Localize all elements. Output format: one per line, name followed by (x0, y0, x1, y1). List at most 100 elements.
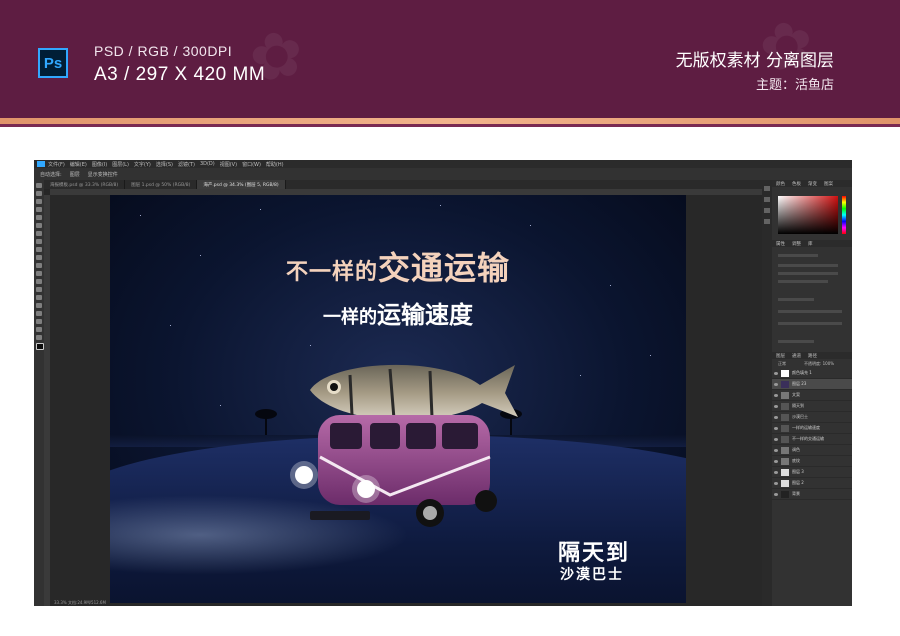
dodge-tool-icon[interactable] (36, 287, 42, 292)
lasso-tool-icon[interactable] (36, 199, 42, 204)
tab-properties[interactable]: 属性 (776, 241, 785, 247)
opacity-field[interactable]: 不透明度: 100% (804, 361, 834, 367)
text-layer-icon (781, 402, 789, 410)
document-tab[interactable]: 海报模板.psd @ 33.3% (RGB/8) (44, 180, 126, 189)
tab-color[interactable]: 颜色 (776, 181, 785, 187)
tab-channels[interactable]: 通道 (792, 353, 801, 359)
history-brush-tool-icon[interactable] (36, 255, 42, 260)
eye-icon[interactable] (774, 415, 778, 419)
layer-row[interactable]: 图层 3 (772, 467, 852, 478)
menu-item-edit[interactable]: 编辑(E) (70, 161, 87, 168)
layer-row[interactable]: 颜色填充 1 (772, 368, 852, 379)
menu-item-type[interactable]: 文字(Y) (134, 161, 151, 168)
menu-item-layer[interactable]: 图层(L) (112, 161, 129, 168)
move-tool-icon[interactable] (36, 183, 42, 188)
star (440, 205, 441, 206)
eye-icon[interactable] (774, 481, 778, 485)
property-row (778, 280, 828, 283)
auto-select-target[interactable]: 图层 (70, 171, 80, 178)
layer-row[interactable]: 背景 (772, 489, 852, 500)
color-panel-tabs: 颜色 色板 渐变 图案 (772, 180, 852, 187)
layer-thumbnail (781, 468, 789, 476)
layer-row-selected[interactable]: 图层 23 (772, 379, 852, 390)
marquee-tool-icon[interactable] (36, 191, 42, 196)
healing-tool-icon[interactable] (36, 231, 42, 236)
eyedropper-tool-icon[interactable] (36, 223, 42, 228)
eraser-tool-icon[interactable] (36, 263, 42, 268)
layer-name: 不一样的交通运输 (792, 436, 824, 441)
shape-tool-icon[interactable] (36, 319, 42, 324)
eye-icon[interactable] (774, 393, 778, 397)
folder-icon (781, 446, 789, 454)
eye-icon[interactable] (774, 448, 778, 452)
tab-gradients[interactable]: 渐变 (808, 181, 817, 187)
menu-item-window[interactable]: 窗口(W) (242, 161, 261, 168)
document-tab-active[interactable]: 海产.psd @ 34.3% (图层 5, RGB/8) (197, 180, 286, 189)
character-panel-icon[interactable] (764, 208, 770, 213)
tree-silhouette (255, 409, 277, 419)
layer-row[interactable]: 沙漠巴士 (772, 412, 852, 423)
eye-icon[interactable] (774, 382, 778, 386)
options-bar: 自动选择: 图层 显示变换控件 (34, 168, 852, 180)
tab-libraries[interactable]: 库 (808, 241, 813, 247)
tab-paths[interactable]: 路径 (808, 353, 817, 359)
eye-icon[interactable] (774, 492, 778, 496)
eye-icon[interactable] (774, 470, 778, 474)
layer-group-row[interactable]: 调色 (772, 445, 852, 456)
magic-wand-tool-icon[interactable] (36, 207, 42, 212)
eye-icon[interactable] (774, 437, 778, 441)
headline-secondary-main: 运输速度 (377, 301, 473, 329)
blur-tool-icon[interactable] (36, 279, 42, 284)
tab-patterns[interactable]: 图案 (824, 181, 833, 187)
show-transform-controls[interactable]: 显示变换控件 (88, 171, 118, 178)
tab-swatches[interactable]: 色板 (792, 181, 801, 187)
menu-item-file[interactable]: 文件(F) (48, 161, 65, 168)
right-panels: 颜色 色板 渐变 图案 属性 调整 库 图层 通道 路径 正常 不透明度: 10… (772, 180, 852, 606)
menu-item-filter[interactable]: 滤镜(T) (178, 161, 195, 168)
star (140, 215, 141, 216)
tab-adjustments[interactable]: 调整 (792, 241, 801, 247)
brush-tool-icon[interactable] (36, 239, 42, 244)
menu-bar: 文件(F) 编辑(E) 图像(I) 图层(L) 文字(Y) 选择(S) 滤镜(T… (34, 160, 852, 168)
fish-icon (310, 364, 518, 421)
path-select-tool-icon[interactable] (36, 311, 42, 316)
history-panel-icon[interactable] (764, 186, 770, 191)
stamp-tool-icon[interactable] (36, 247, 42, 252)
layer-group-row[interactable]: 底纹 (772, 456, 852, 467)
poster-artwork: 不一样的交通运输 一样的运输速度 隔天到 沙漠巴士 (110, 195, 686, 603)
hue-slider[interactable] (842, 196, 846, 234)
layer-row[interactable]: 一样的运输速度 (772, 423, 852, 434)
menu-item-image[interactable]: 图像(I) (92, 161, 107, 168)
layer-name: 一样的运输速度 (792, 425, 820, 430)
tab-layers[interactable]: 图层 (776, 353, 785, 359)
menu-item-3d[interactable]: 3D(D) (200, 161, 215, 167)
pen-tool-icon[interactable] (36, 295, 42, 300)
layer-group-row[interactable]: 文案 (772, 390, 852, 401)
gradient-tool-icon[interactable] (36, 271, 42, 276)
layer-row[interactable]: 不一样的交通运输 (772, 434, 852, 445)
eye-icon[interactable] (774, 404, 778, 408)
slogan-main: 隔天到 (558, 541, 631, 566)
crop-tool-icon[interactable] (36, 215, 42, 220)
zoom-tool-icon[interactable] (36, 335, 42, 340)
blend-mode-select[interactable]: 正常 (778, 361, 786, 367)
hand-tool-icon[interactable] (36, 327, 42, 332)
app-menu-icon[interactable] (37, 161, 45, 167)
paragraph-panel-icon[interactable] (764, 219, 770, 224)
menu-item-view[interactable]: 视图(V) (220, 161, 237, 168)
color-picker-field[interactable] (778, 196, 838, 234)
layer-name: 调色 (792, 447, 800, 452)
eye-icon[interactable] (774, 371, 778, 375)
menu-item-select[interactable]: 选择(S) (156, 161, 173, 168)
type-tool-icon[interactable] (36, 303, 42, 308)
status-bar: 33.3% 文档:24.9M/512.6M (54, 600, 106, 605)
color-swatch-icon[interactable] (36, 343, 44, 350)
properties-panel-icon[interactable] (764, 197, 770, 202)
eye-icon[interactable] (774, 426, 778, 430)
layer-row[interactable]: 隔天到 (772, 401, 852, 412)
layer-row[interactable]: 图层 2 (772, 478, 852, 489)
document-tab[interactable]: 图层 1.psd @ 50% (RGB/8) (125, 180, 198, 189)
menu-item-help[interactable]: 帮助(H) (266, 161, 284, 168)
auto-select-checkbox[interactable]: 自动选择: (40, 171, 62, 178)
eye-icon[interactable] (774, 459, 778, 463)
